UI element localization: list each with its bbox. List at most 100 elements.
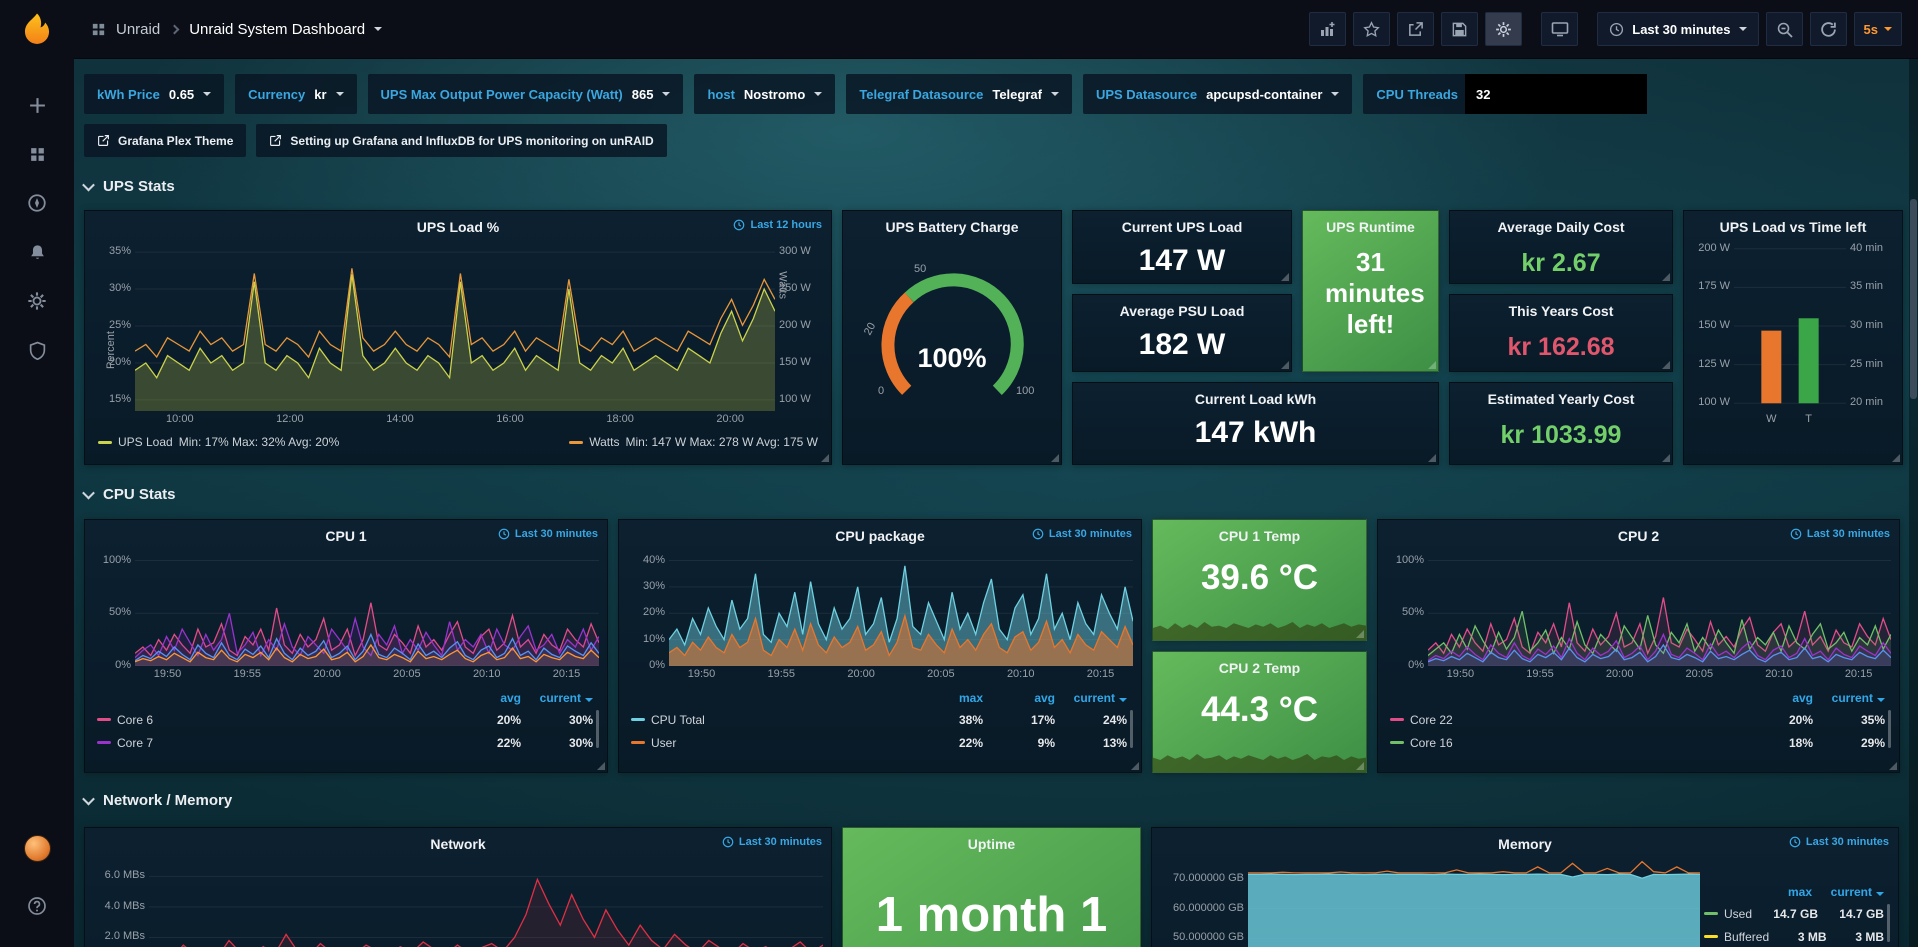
page-scrollbar[interactable] <box>1909 59 1918 947</box>
alerting-bell-icon[interactable] <box>15 230 59 274</box>
legend-column-header[interactable]: current <box>1055 691 1127 705</box>
panel-title[interactable]: CPU 2 Temp <box>1153 660 1366 676</box>
panel-title[interactable]: This Years Cost <box>1450 303 1672 319</box>
legend-row[interactable]: Core 2220%35% <box>1390 708 1885 731</box>
server-admin-shield-icon[interactable] <box>15 328 59 372</box>
share-dashboard-button[interactable] <box>1397 12 1434 46</box>
x-axis-tick: 20:10 <box>1759 668 1799 680</box>
legend-item[interactable]: Watts Min: 147 W Max: 278 W Avg: 175 W <box>569 435 818 449</box>
cpu-threads-input[interactable]: 32 <box>1465 74 1647 114</box>
breadcrumb-org[interactable]: Unraid <box>116 21 160 38</box>
y-axis-tick: 35 min <box>1850 280 1883 292</box>
y-axis-tick: 6.0 MBs <box>105 869 145 881</box>
x-axis-tick: 19:55 <box>761 668 801 680</box>
link-ups-monitoring-guide[interactable]: Setting up Grafana and InfluxDB for UPS … <box>256 124 666 157</box>
bar-category-label: W <box>1751 413 1791 425</box>
variable-ups-max-output[interactable]: UPS Max Output Power Capacity (Watt) 865 <box>368 74 684 114</box>
section-network-memory[interactable]: Network / Memory <box>84 789 232 811</box>
grafana-logo-icon[interactable] <box>20 12 54 49</box>
legend-row[interactable]: User22%9%13% <box>631 731 1127 754</box>
legend-scrollbar[interactable] <box>1887 904 1890 942</box>
clock-icon <box>1790 528 1802 540</box>
time-range-picker[interactable]: Last 30 minutes <box>1597 12 1758 46</box>
time-range-badge[interactable]: Last 30 minutes <box>1790 528 1890 540</box>
external-link-icon <box>97 134 110 147</box>
panel-title[interactable]: Average Daily Cost <box>1450 219 1672 235</box>
panel-title[interactable]: UPS Battery Charge <box>843 219 1061 235</box>
legend-scrollbar[interactable] <box>1130 710 1133 748</box>
time-series-chart[interactable]: 15%20%25%30%35%100 W150 W200 W250 W300 W… <box>93 241 823 411</box>
bar-chart[interactable]: 100 W125 W150 W175 W200 W20 min25 min30 … <box>1692 241 1894 411</box>
legend-scrollbar[interactable] <box>1888 710 1891 748</box>
legend-row[interactable]: Buffered3 MB3 MB <box>1704 925 1884 947</box>
stat-value: 39.6 °C <box>1161 558 1358 598</box>
panel-title[interactable]: UPS Load % <box>85 219 831 235</box>
time-series-chart[interactable]: 2.0 MBs4.0 MBs6.0 MBs <box>93 858 823 947</box>
variable-host[interactable]: host Nostromo <box>694 74 835 114</box>
legend-column-header[interactable]: max <box>1740 885 1812 899</box>
panel-title[interactable]: UPS Runtime <box>1303 219 1438 235</box>
zoom-out-time-button[interactable] <box>1766 12 1803 46</box>
cycle-view-mode-button[interactable] <box>1541 12 1578 46</box>
panel-title[interactable]: Estimated Yearly Cost <box>1450 391 1672 407</box>
variable-currency[interactable]: Currency kr <box>235 74 356 114</box>
time-series-chart[interactable]: 0%10%20%30%40% <box>627 550 1133 666</box>
variable-telegraf-datasource[interactable]: Telegraf Datasource Telegraf <box>846 74 1072 114</box>
configuration-gear-icon[interactable] <box>15 279 59 323</box>
refresh-interval-select[interactable]: 5s <box>1854 12 1902 46</box>
panel-title[interactable]: UPS Load vs Time left <box>1684 219 1902 235</box>
variable-kwh-price[interactable]: kWh Price 0.65 <box>84 74 224 114</box>
x-axis-tick: 20:10 <box>1001 668 1041 680</box>
legend-column-header[interactable]: current <box>1813 691 1885 705</box>
legend-column-header[interactable]: avg <box>983 691 1055 705</box>
time-series-chart[interactable]: 50.000000 GB60.000000 GB70.000000 GB <box>1160 858 1700 947</box>
time-range-badge[interactable]: Last 30 minutes <box>498 528 598 540</box>
time-range-badge[interactable]: Last 12 hours <box>733 219 822 231</box>
legend-item[interactable]: UPS Load Min: 17% Max: 32% Avg: 20% <box>98 435 339 449</box>
legend-column-header[interactable]: avg <box>449 691 521 705</box>
panel-title[interactable]: CPU 1 Temp <box>1153 528 1366 544</box>
help-icon[interactable] <box>15 884 59 928</box>
panel-title[interactable]: Network <box>85 836 831 852</box>
explore-icon[interactable] <box>15 181 59 225</box>
panel-title[interactable]: Current Load kWh <box>1073 391 1438 407</box>
time-range-badge[interactable]: Last 30 minutes <box>722 836 822 848</box>
variable-ups-datasource[interactable]: UPS Datasource apcupsd-container <box>1083 74 1352 114</box>
panel-title[interactable]: Average PSU Load <box>1073 303 1291 319</box>
add-panel-button[interactable] <box>1309 12 1346 46</box>
user-avatar[interactable] <box>24 835 51 862</box>
star-dashboard-button[interactable] <box>1353 12 1390 46</box>
panel-title[interactable]: Uptime <box>843 836 1140 852</box>
dashboard-settings-button[interactable] <box>1485 12 1522 46</box>
time-range-badge[interactable]: Last 30 minutes <box>1789 836 1889 848</box>
legend-column-header[interactable]: current <box>521 691 593 705</box>
scrollbar-thumb[interactable] <box>1910 199 1917 399</box>
y-axis-tick: 150 W <box>1698 319 1730 331</box>
refresh-button[interactable] <box>1810 12 1847 46</box>
time-range-badge[interactable]: Last 30 minutes <box>1032 528 1132 540</box>
time-series-chart[interactable]: 0%50%100% <box>1386 550 1891 666</box>
dashboard-dropdown-caret-icon[interactable] <box>374 27 382 31</box>
legend-scrollbar[interactable] <box>596 710 599 748</box>
section-ups-stats[interactable]: UPS Stats <box>84 175 175 197</box>
y-axis-tick: 10% <box>643 633 665 645</box>
save-dashboard-button[interactable] <box>1441 12 1478 46</box>
dashboards-icon[interactable] <box>15 132 59 176</box>
legend-column-header[interactable]: max <box>911 691 983 705</box>
clock-icon <box>498 528 510 540</box>
panel-title[interactable]: Current UPS Load <box>1073 219 1291 235</box>
legend-column-header[interactable]: current <box>1812 885 1884 899</box>
panel-title[interactable]: Memory <box>1152 836 1898 852</box>
legend-row[interactable]: CPU Total38%17%24% <box>631 708 1127 731</box>
legend-row[interactable]: Used14.7 GB14.7 GB <box>1704 902 1884 925</box>
legend-column-header[interactable]: avg <box>1741 691 1813 705</box>
create-icon[interactable] <box>15 83 59 127</box>
section-cpu-stats[interactable]: CPU Stats <box>84 483 176 505</box>
breadcrumb-dashboard-title[interactable]: Unraid System Dashboard <box>189 21 365 38</box>
gauge-max-label: 100 <box>1016 385 1034 397</box>
legend-row[interactable]: Core 722%30% <box>97 731 593 754</box>
legend-row[interactable]: Core 620%30% <box>97 708 593 731</box>
time-series-chart[interactable]: 0%50%100% <box>93 550 599 666</box>
link-grafana-plex-theme[interactable]: Grafana Plex Theme <box>84 124 246 157</box>
legend-row[interactable]: Core 1618%29% <box>1390 731 1885 754</box>
